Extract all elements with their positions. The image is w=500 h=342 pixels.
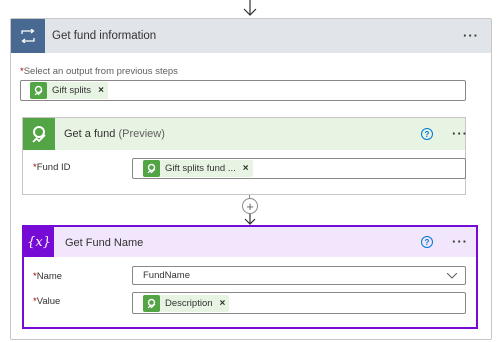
token-label: Gift splits fund ... [165, 163, 236, 174]
name-label: *Name [33, 271, 62, 282]
remove-token-icon[interactable]: × [98, 85, 104, 96]
more-options-icon[interactable]: ··· [463, 28, 479, 43]
more-options-icon[interactable]: ··· [452, 234, 468, 249]
connector-icon [30, 82, 47, 99]
get-a-fund-title-text: Get a fund [64, 128, 116, 140]
value-label: *Value [33, 296, 60, 307]
arrow-down-icon [244, 214, 256, 225]
help-icon[interactable]: ? [421, 236, 433, 248]
help-icon[interactable]: ? [421, 128, 433, 140]
remove-token-icon[interactable]: × [220, 298, 226, 309]
token-label: Gift splits [52, 85, 92, 96]
remove-token-icon[interactable]: × [243, 163, 249, 174]
incoming-arrow-icon [243, 0, 257, 16]
name-select[interactable]: FundName [132, 266, 466, 285]
step-title: Get fund information [52, 30, 157, 42]
name-select-value: FundName [143, 270, 190, 281]
token-gift-splits-fund[interactable]: Gift splits fund ... × [143, 160, 253, 177]
fund-id-label-text: Fund ID [36, 162, 71, 173]
token-label: Description [165, 298, 213, 309]
more-options-icon[interactable]: ··· [452, 126, 468, 141]
get-fund-name-title: Get Fund Name [65, 237, 144, 249]
value-label-text: Value [36, 296, 61, 307]
fund-id-field[interactable]: Gift splits fund ... × [132, 158, 466, 179]
plus-icon[interactable]: + [242, 198, 258, 214]
fund-id-label: *Fund ID [33, 162, 71, 173]
preview-label: (Preview) [118, 128, 165, 140]
token-description[interactable]: Description × [143, 295, 230, 312]
connector-icon [23, 118, 55, 150]
variable-icon: {x} [24, 227, 54, 257]
chevron-down-icon[interactable] [447, 273, 457, 279]
connector-icon [143, 160, 160, 177]
name-label-text: Name [36, 271, 63, 282]
loop-icon [11, 19, 45, 53]
connector-icon [143, 295, 160, 312]
value-field[interactable]: Description × [132, 292, 466, 314]
get-a-fund-title: Get a fund (Preview) [64, 128, 165, 140]
token-gift-splits[interactable]: Gift splits × [30, 82, 108, 99]
select-output-label-text: Select an output from previous steps [23, 66, 178, 77]
select-output-label: *Select an output from previous steps [20, 66, 178, 77]
select-output-field[interactable]: Gift splits × [20, 80, 466, 101]
